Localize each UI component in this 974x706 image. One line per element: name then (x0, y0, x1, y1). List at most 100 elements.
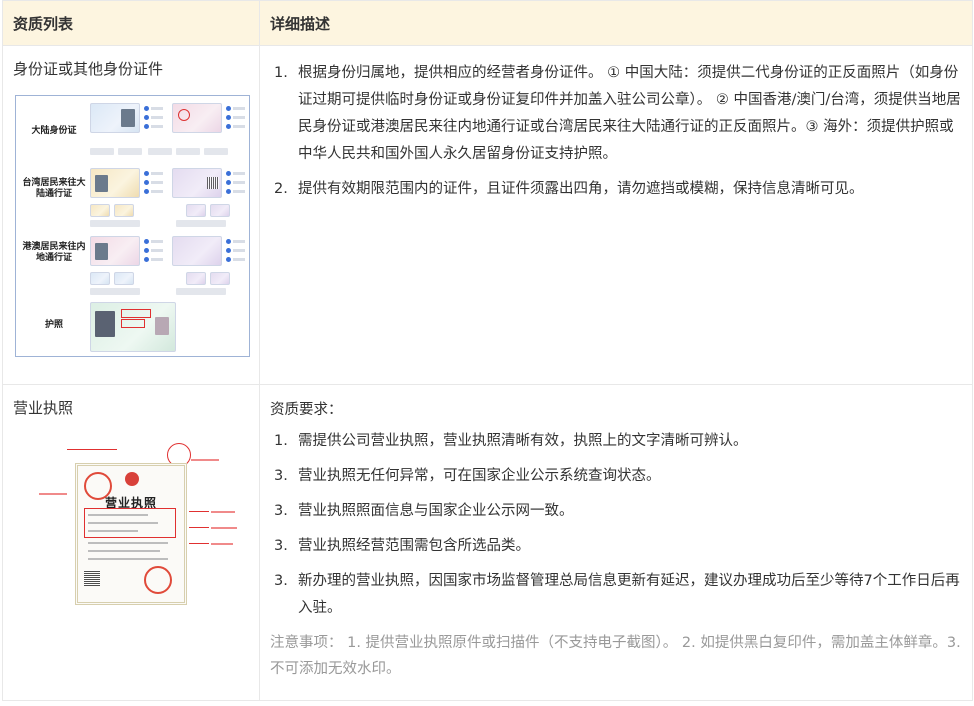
list-item-number: 3. (274, 538, 288, 554)
check-list-icon (144, 106, 164, 133)
license-requirement-list: 1. 需提供公司营业执照，营业执照清晰有效，执照上的文字清晰可辨认。 3. 营业… (270, 428, 962, 622)
sample-tag (176, 148, 200, 155)
annotation-text (39, 493, 67, 495)
sample-tag (118, 148, 142, 155)
check-list-icon (144, 171, 164, 198)
portrait-photo (95, 175, 108, 192)
annotation-text (211, 527, 237, 529)
list-item: 3. 营业执照经营范围需包含所选品类。 (274, 533, 962, 560)
highlight-box (121, 319, 145, 328)
check-list-icon (226, 171, 246, 198)
annotation-line (189, 543, 209, 544)
sample-tag (148, 148, 172, 155)
requirements-intro: 资质要求： (270, 402, 343, 418)
id-sample-taiwan: 台湾居民来往大陆通行证 (16, 166, 249, 228)
row-name-id: 身份证或其他身份证件 (13, 60, 164, 78)
qr-code-icon (84, 570, 100, 586)
cell-id-description: 1. 根据身份归属地，提供相应的经营者身份证件。 ① 中国大陆：须提供二代身份证… (259, 45, 973, 385)
permit-card-front (90, 168, 140, 198)
sample-tag (90, 148, 114, 155)
list-item: 1. 需提供公司营业执照，营业执照清晰有效，执照上的文字清晰可辨认。 (274, 428, 962, 455)
text-line (88, 514, 148, 516)
id-card-front (90, 103, 140, 133)
text-line (88, 530, 138, 532)
list-item-number: 1. (274, 65, 288, 81)
text-line (88, 542, 168, 544)
table-row-id: 身份证或其他身份证件 大陆身份证 台湾居民来往大陆通行证 港澳居民来往内地通行证… (2, 45, 973, 385)
notes-text: 注意事项： 1. 提供营业执照原件或扫描件（不支持电子截图）。 2. 如提供黑白… (270, 635, 961, 677)
passport-page (90, 302, 176, 352)
list-item-text: 根据身份归属地，提供相应的经营者身份证件。 ① 中国大陆：须提供二代身份证的正反… (298, 65, 961, 162)
id-label-hk-macau: 港澳居民来往内地通行证 (22, 242, 86, 263)
list-item: 3. 新办理的营业执照，因国家市场监督管理总局信息更新有延迟，建议办理成功后至少… (274, 568, 962, 622)
id-documents-illustration: 大陆身份证 台湾居民来往大陆通行证 港澳居民来往内地通行证 护照 (15, 95, 250, 357)
permit-card-back (172, 236, 222, 266)
highlight-box (121, 309, 151, 318)
sample-thumb (90, 272, 110, 285)
sample-thumb (186, 272, 206, 285)
annotation-text (211, 511, 235, 513)
portrait-photo (121, 109, 135, 127)
qr-code-icon (207, 177, 219, 189)
sample-thumb (186, 204, 206, 217)
text-line (88, 522, 158, 524)
list-item-number: 3. (274, 503, 288, 519)
sample-thumb (210, 272, 230, 285)
list-item-text: 需提供公司营业执照，营业执照清晰有效，执照上的文字清晰可辨认。 (298, 433, 748, 449)
annotation-line (67, 449, 117, 450)
list-item: 1. 根据身份归属地，提供相应的经营者身份证件。 ① 中国大陆：须提供二代身份证… (274, 60, 962, 168)
cell-license-name: 营业执照 营业执照 (2, 384, 260, 701)
sample-tag (176, 288, 226, 295)
header-detail-description: 详细描述 (259, 0, 973, 46)
annotation-line (189, 511, 209, 512)
sample-tag (204, 148, 228, 155)
header-qualification-list: 资质列表 (2, 0, 260, 46)
sample-thumb (210, 204, 230, 217)
list-item-number: 3. (274, 573, 288, 589)
portrait-photo (155, 317, 169, 335)
id-label-mainland: 大陆身份证 (31, 126, 77, 136)
list-item-number: 3. (274, 468, 288, 484)
cell-id-name: 身份证或其他身份证件 大陆身份证 台湾居民来往大陆通行证 港澳居民来往内地通行证… (2, 45, 260, 385)
business-license-illustration: 营业执照 (39, 441, 239, 611)
list-item: 3. 营业执照照面信息与国家企业公示网一致。 (274, 498, 962, 525)
list-item-text: 营业执照照面信息与国家企业公示网一致。 (298, 503, 574, 519)
row-name-business-license: 营业执照 (13, 399, 74, 417)
sample-thumb (114, 204, 134, 217)
list-item-number: 2. (274, 181, 288, 197)
list-item-text: 营业执照无任何异常，可在国家企业公示系统查询状态。 (298, 468, 661, 484)
check-list-icon (226, 239, 246, 266)
cell-license-description: 资质要求： 1. 需提供公司营业执照，营业执照清晰有效，执照上的文字清晰可辨认。… (259, 384, 973, 701)
annotation-text (211, 543, 233, 545)
list-item-number: 1. (274, 433, 288, 449)
list-item-text: 新办理的营业执照，因国家市场监督管理总局信息更新有延迟，建议办理成功后至少等待7… (298, 573, 960, 616)
id-requirement-list: 1. 根据身份归属地，提供相应的经营者身份证件。 ① 中国大陆：须提供二代身份证… (270, 60, 962, 203)
id-label-taiwan: 台湾居民来往大陆通行证 (22, 178, 86, 199)
sample-thumb (114, 272, 134, 285)
table-row-business-license: 营业执照 营业执照 资质要求： 1. 需提供公司营业执照，营业执照清晰有效，执照… (2, 384, 973, 701)
id-label-passport: 护照 (44, 320, 63, 330)
check-list-icon (226, 106, 246, 133)
annotation-line (189, 527, 209, 528)
permit-card-back (172, 168, 222, 198)
text-line (88, 558, 168, 560)
national-emblem-icon (125, 472, 139, 486)
permit-card-front (90, 236, 140, 266)
sample-thumb (90, 204, 110, 217)
id-card-back (172, 103, 222, 133)
list-item: 2. 提供有效期限范围内的证件，且证件须露出四角，请勿遮挡或模糊，保持信息清晰可… (274, 176, 962, 203)
id-sample-mainland: 大陆身份证 (16, 100, 249, 160)
annotation-text (191, 459, 219, 461)
id-sample-passport: 护照 (16, 300, 249, 356)
id-sample-hk-macau: 港澳居民来往内地通行证 (16, 232, 249, 298)
check-list-icon (144, 239, 164, 266)
sample-tag (90, 288, 140, 295)
list-item-text: 提供有效期限范围内的证件，且证件须露出四角，请勿遮挡或模糊，保持信息清晰可见。 (298, 181, 864, 197)
portrait-photo (95, 311, 115, 337)
text-line (88, 550, 160, 552)
sample-tag (90, 220, 140, 227)
portrait-photo (95, 243, 108, 260)
qualification-table: 资质列表 详细描述 身份证或其他身份证件 大陆身份证 台湾居民来往大陆通行证 港… (2, 0, 973, 701)
national-emblem-icon (178, 109, 190, 121)
license-document: 营业执照 (75, 463, 187, 605)
